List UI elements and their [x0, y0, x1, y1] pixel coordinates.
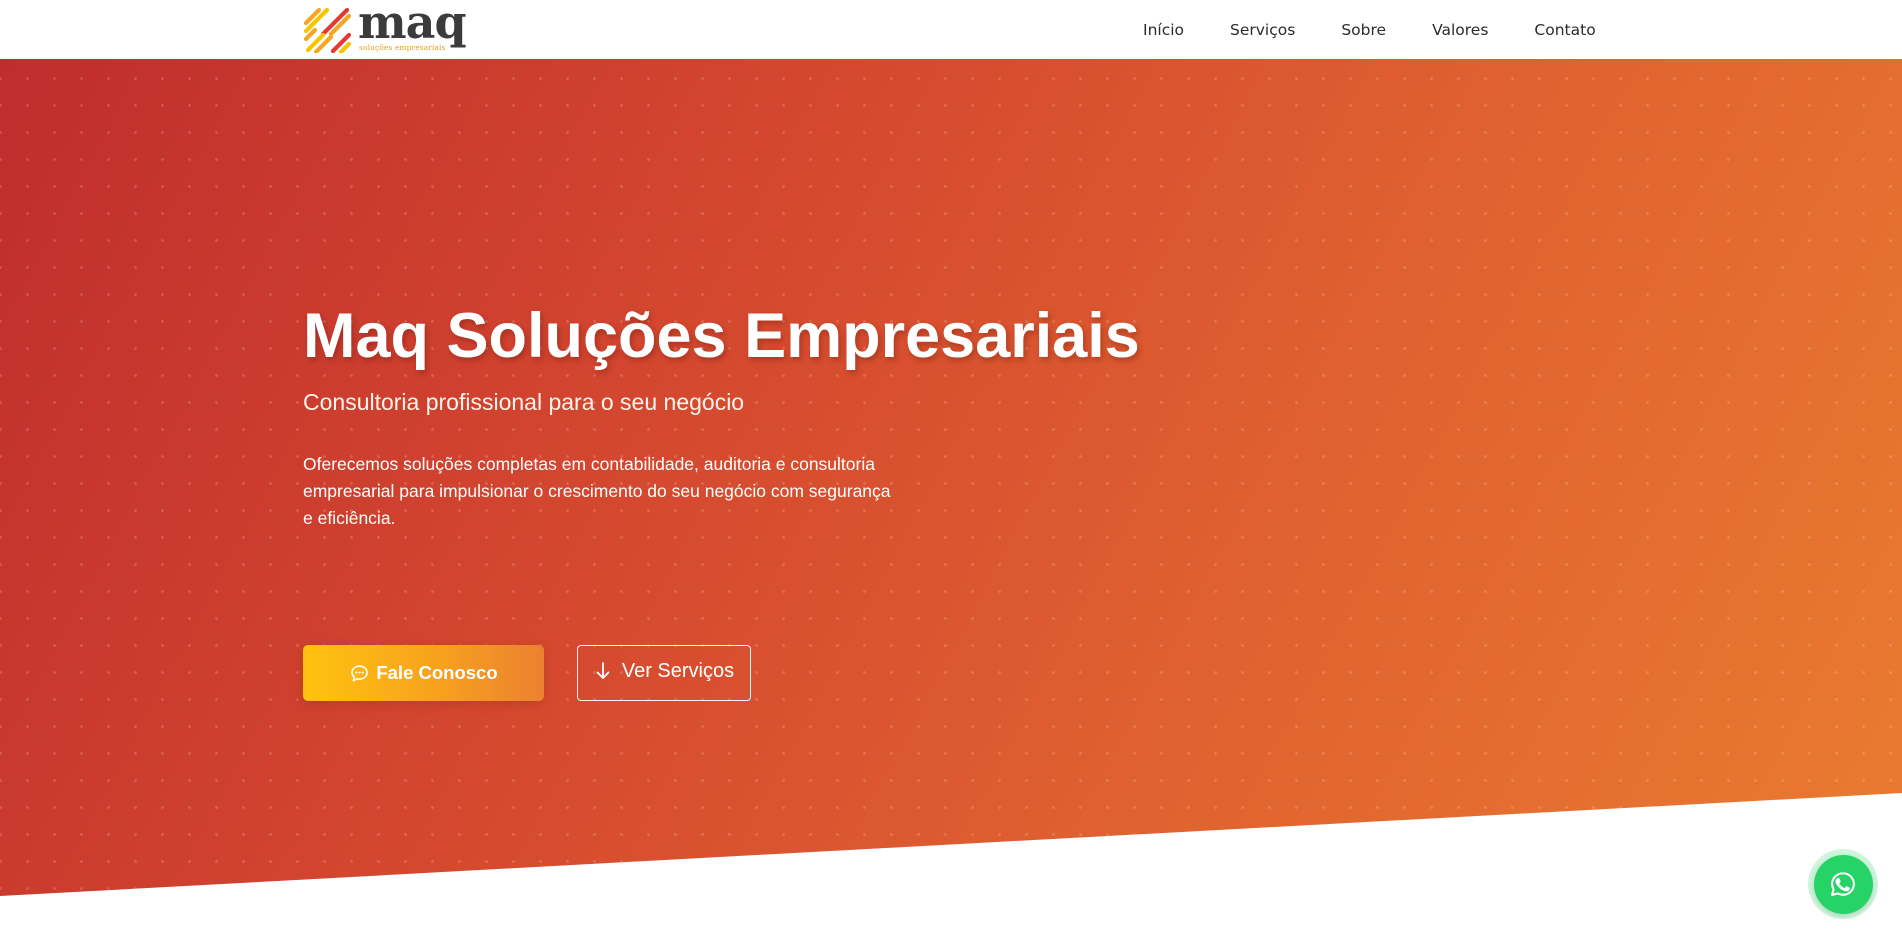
- chat-bubble-icon: [351, 664, 369, 682]
- view-services-button[interactable]: Ver Serviços: [577, 645, 751, 701]
- nav-link-servicos[interactable]: Serviços: [1230, 21, 1295, 39]
- whatsapp-button-core: [1813, 854, 1873, 914]
- whatsapp-float-button[interactable]: [1808, 849, 1878, 919]
- logo-link[interactable]: maq soluções empresariais: [303, 0, 468, 53]
- contact-us-label: Fale Conosco: [376, 662, 498, 683]
- view-services-label: Ver Serviços: [621, 659, 735, 682]
- main-nav: Início Serviços Sobre Valores Contato: [1120, 0, 1619, 59]
- whatsapp-icon: [1831, 872, 1855, 896]
- logo-mark-icon: [303, 7, 352, 53]
- hero-buttons: Fale Conosco Ver Serviços: [303, 645, 903, 701]
- contact-us-button[interactable]: Fale Conosco: [303, 645, 544, 701]
- hero-content: Maq Soluções Empresariais Consultoria pr…: [303, 300, 1303, 701]
- arrow-down-icon: [596, 662, 610, 679]
- nav-link-inicio[interactable]: Início: [1143, 21, 1184, 39]
- hero-title: Maq Soluções Empresariais: [303, 301, 1140, 371]
- nav-link-sobre[interactable]: Sobre: [1341, 21, 1386, 39]
- hero-section: Maq Soluções Empresariais Consultoria pr…: [0, 59, 1902, 896]
- navbar: maq soluções empresariais Início Serviço…: [0, 0, 1902, 59]
- hero-description: Oferecemos soluções completas em contabi…: [303, 454, 891, 528]
- nav-link-valores[interactable]: Valores: [1432, 21, 1488, 39]
- logo-tagline: soluções empresariais: [359, 43, 446, 52]
- nav-link-contato[interactable]: Contato: [1534, 21, 1595, 39]
- hero-subtitle: Consultoria profissional para o seu negó…: [303, 389, 745, 415]
- logo-wordmark: maq: [358, 0, 467, 49]
